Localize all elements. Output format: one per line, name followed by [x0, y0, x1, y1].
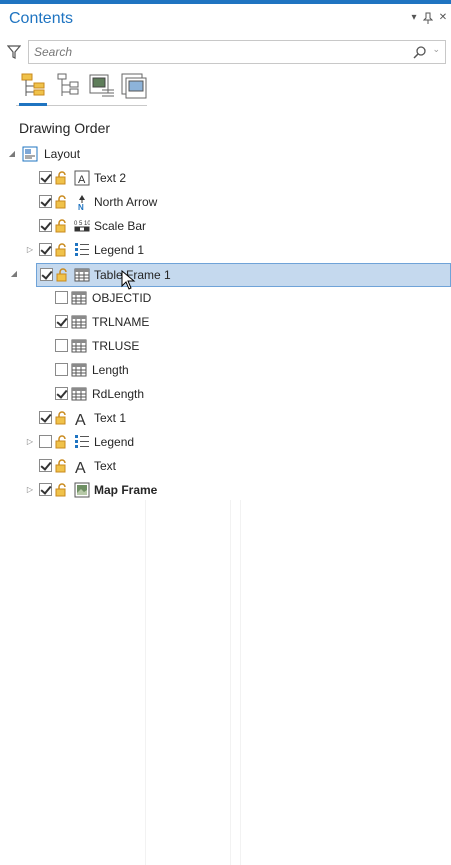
- tree-item-table-frame-1[interactable]: Table Frame 1: [36, 263, 451, 287]
- tree-subitem-length[interactable]: Length: [0, 359, 451, 383]
- close-icon[interactable]: ✕: [437, 12, 449, 24]
- search-icon[interactable]: [413, 45, 427, 59]
- tree-item-label: Layout: [44, 147, 81, 161]
- search-input[interactable]: [34, 43, 404, 61]
- field-table-icon: [71, 338, 87, 354]
- tree-subitem-rdlength[interactable]: RdLength: [0, 383, 451, 407]
- lock-icon[interactable]: [55, 243, 69, 257]
- tree-item-legend[interactable]: ▷ Legend: [0, 431, 451, 455]
- tree-item-text-1[interactable]: A Text 1: [0, 407, 451, 431]
- background-artifact: [240, 500, 241, 865]
- visibility-checkbox[interactable]: [39, 219, 52, 232]
- svg-text:0 5 10: 0 5 10: [74, 221, 90, 227]
- svg-text:A: A: [75, 412, 86, 426]
- tree-item-north-arrow[interactable]: N North Arrow: [0, 191, 451, 215]
- field-table-icon: [71, 290, 87, 306]
- tree-item-label: RdLength: [92, 387, 145, 401]
- field-table-icon: [71, 314, 87, 330]
- tree-root-layout[interactable]: ◢ Layout: [0, 143, 451, 167]
- north-arrow-icon: N: [74, 194, 90, 212]
- options-dropdown-icon[interactable]: ▾: [408, 12, 420, 24]
- field-checkbox[interactable]: [55, 315, 68, 328]
- text-icon: A: [74, 170, 90, 186]
- panel-titlebar: Contents ▾ ✕: [0, 4, 451, 34]
- tree-item-label: Scale Bar: [94, 219, 147, 233]
- tree-item-text-2[interactable]: A Text 2: [0, 167, 451, 191]
- text-icon: A: [74, 458, 90, 477]
- search-box[interactable]: ⌄: [28, 40, 446, 64]
- tree-subitem-objectid[interactable]: OBJECTID: [0, 287, 451, 311]
- background-artifact: [230, 500, 231, 865]
- field-table-icon: [71, 386, 87, 402]
- list-by-map-frame-icon[interactable]: [88, 72, 116, 100]
- list-by-drawing-order-icon[interactable]: [20, 72, 48, 100]
- tree-item-label: Text 2: [94, 171, 127, 185]
- visibility-checkbox[interactable]: [39, 195, 52, 208]
- text-icon: A: [74, 410, 90, 429]
- field-checkbox[interactable]: [55, 339, 68, 352]
- tree-item-label: TRLUSE: [92, 339, 140, 353]
- field-checkbox[interactable]: [55, 387, 68, 400]
- visibility-checkbox[interactable]: [39, 171, 52, 184]
- tree-item-legend-1[interactable]: ▷ Legend 1: [0, 239, 451, 263]
- map-frame-icon: [74, 482, 90, 498]
- pin-icon[interactable]: [422, 12, 434, 24]
- list-by-graphic-elements-icon[interactable]: [120, 72, 148, 100]
- legend-icon: [74, 242, 90, 258]
- tree-item-map-frame[interactable]: ▷ Map Frame: [0, 479, 451, 503]
- svg-text:A: A: [78, 174, 86, 186]
- lock-icon[interactable]: [55, 411, 69, 425]
- expand-icon[interactable]: ▷: [25, 245, 35, 255]
- field-checkbox[interactable]: [55, 291, 68, 304]
- visibility-checkbox[interactable]: [40, 268, 53, 281]
- visibility-checkbox[interactable]: [39, 483, 52, 496]
- lock-icon[interactable]: [55, 435, 69, 449]
- mouse-cursor-icon: [121, 269, 137, 292]
- lock-icon[interactable]: [55, 483, 69, 497]
- lock-icon[interactable]: [55, 459, 69, 473]
- tree-item-label: North Arrow: [94, 195, 158, 209]
- list-by-element-type-icon[interactable]: [54, 72, 82, 100]
- legend-icon: [74, 434, 90, 450]
- visibility-checkbox[interactable]: [39, 435, 52, 448]
- tree-subitem-trlname[interactable]: TRLNAME: [0, 311, 451, 335]
- tree-item-label: Map Frame: [94, 483, 158, 497]
- filter-icon[interactable]: [6, 43, 22, 61]
- lock-icon[interactable]: [55, 195, 69, 209]
- field-checkbox[interactable]: [55, 363, 68, 376]
- layout-icon: [22, 146, 38, 162]
- scale-bar-icon: 0 5 10: [74, 218, 91, 234]
- tree-item-label: Length: [92, 363, 129, 377]
- tree-item-label: TRLNAME: [92, 315, 150, 329]
- tree-item-label: Legend 1: [94, 243, 145, 257]
- tree-item-label: Text 1: [94, 411, 127, 425]
- tree-item-label: Text: [94, 459, 117, 473]
- visibility-checkbox[interactable]: [39, 243, 52, 256]
- expand-icon[interactable]: ▷: [25, 437, 35, 447]
- visibility-checkbox[interactable]: [39, 411, 52, 424]
- svg-text:N: N: [78, 203, 84, 210]
- visibility-checkbox[interactable]: [39, 459, 52, 472]
- expand-icon[interactable]: ▷: [25, 485, 35, 495]
- tree-item-label: Legend: [94, 435, 135, 449]
- tree-item-label: OBJECTID: [92, 291, 152, 305]
- lock-icon[interactable]: [55, 219, 69, 233]
- search-options-icon[interactable]: ⌄: [432, 44, 440, 55]
- lock-icon[interactable]: [56, 268, 70, 282]
- table-icon: [74, 267, 90, 283]
- lock-icon[interactable]: [55, 171, 69, 185]
- panel-title: Contents: [9, 10, 74, 27]
- tree-item-scale-bar[interactable]: 0 5 10 Scale Bar: [0, 215, 451, 239]
- active-view-indicator: [19, 103, 47, 106]
- tree-item-text[interactable]: A Text: [0, 455, 451, 479]
- field-table-icon: [71, 362, 87, 378]
- search-row: ⌄: [0, 40, 451, 66]
- background-artifact: [145, 500, 146, 865]
- svg-text:A: A: [75, 460, 86, 474]
- collapse-icon[interactable]: ◢: [9, 269, 19, 279]
- collapse-icon[interactable]: ◢: [7, 149, 17, 159]
- section-title: Drawing Order: [19, 120, 111, 136]
- tree-subitem-trluse[interactable]: TRLUSE: [0, 335, 451, 359]
